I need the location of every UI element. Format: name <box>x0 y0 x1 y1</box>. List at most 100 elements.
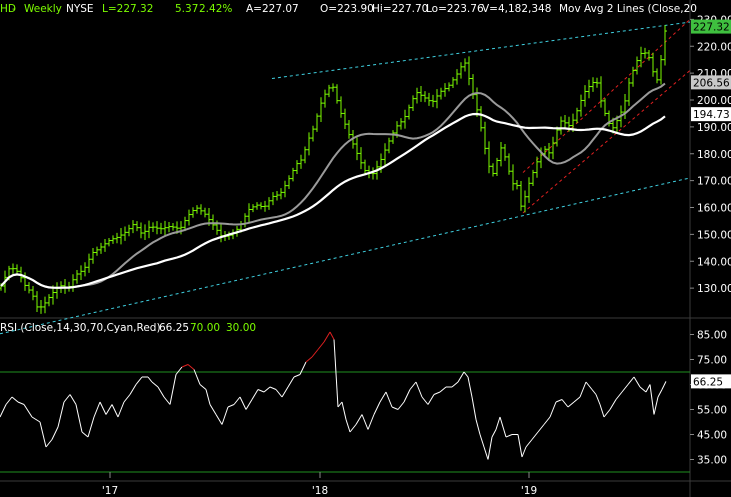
ma-slow-badge-text: 194.73 <box>693 109 730 121</box>
header-open: O=223.90 <box>320 3 374 15</box>
rsi-segment <box>649 384 655 415</box>
rsi-segment <box>157 386 165 398</box>
rsi-segment <box>487 436 493 460</box>
rsi-segment <box>323 331 331 343</box>
rsi-segment <box>221 406 229 425</box>
rsi-segment <box>329 331 335 340</box>
rsi-segment <box>585 381 593 390</box>
rsi-segment <box>573 396 581 403</box>
price-tick-label-4: 190.00 <box>697 122 731 134</box>
rsi-segment <box>31 416 41 423</box>
header-overlay: Mov Avg 2 Lines (Close,20 <box>559 3 697 15</box>
rsi-segment <box>457 371 465 383</box>
header-exchange: NYSE <box>66 3 94 15</box>
rsi-segment <box>543 416 551 425</box>
rsi-segment <box>93 401 101 418</box>
rsi-segment <box>537 424 545 433</box>
price-tick-label-10: 130.00 <box>697 283 731 295</box>
rsi-segment <box>495 416 501 430</box>
rsi-segment <box>639 386 647 393</box>
rsi-segment <box>75 404 83 433</box>
rsi-segment <box>299 361 307 375</box>
rsi-value-badge-text: 66.25 <box>693 376 723 388</box>
moving-average-20-line <box>0 82 666 289</box>
rsi-segment <box>69 394 77 405</box>
rsi-segment <box>355 414 363 425</box>
header-last: L=227.32 <box>102 3 153 15</box>
rsi-segment <box>281 386 289 398</box>
rsi-tick-label-5: 35.00 <box>697 455 727 467</box>
rsi-segment <box>627 376 635 385</box>
rsi-segment <box>525 439 533 448</box>
rsi-header-value: 66.25 <box>159 322 189 334</box>
rsi-segment <box>87 416 95 438</box>
rsi-segment <box>415 381 423 398</box>
rsi-segment <box>333 339 339 408</box>
rsi-segment <box>361 414 369 430</box>
rsi-segment <box>63 394 71 403</box>
rsi-segment <box>305 356 313 363</box>
rsi-segment <box>251 389 259 400</box>
rsi-segment <box>269 386 277 390</box>
rsi-segment <box>111 404 119 418</box>
rsi-segment <box>215 414 223 425</box>
rsi-segment <box>117 401 125 418</box>
rsi-segment <box>555 399 563 403</box>
rsi-segment <box>521 446 527 458</box>
rsi-segment <box>653 396 659 415</box>
rsi-segment <box>499 416 507 438</box>
rsi-header-upper: 70.00 <box>190 322 220 334</box>
rsi-segment <box>657 389 663 398</box>
rsi-segment <box>151 381 159 388</box>
rsi-tick-label-0: 85.00 <box>697 330 727 342</box>
rsi-segment <box>615 391 623 400</box>
price-tick-label-6: 170.00 <box>697 176 731 188</box>
rsi-segment <box>209 404 217 415</box>
rsi-segment <box>603 409 611 418</box>
rsi-segment <box>385 391 393 408</box>
rsi-segment <box>349 424 357 433</box>
header-high: Hi=227.70 <box>372 3 428 15</box>
rsi-segment <box>123 394 131 403</box>
header-avg: A=227.07 <box>246 3 299 15</box>
rsi-segment <box>99 401 107 415</box>
header-change-pct: 2.42% <box>199 3 232 15</box>
time-tick-label-2: '19 <box>521 485 537 497</box>
rsi-segment <box>163 396 171 405</box>
upper-channel-line <box>271 21 691 79</box>
rsi-segment <box>293 374 301 378</box>
rsi-segment <box>591 389 597 395</box>
rsi-segment <box>439 386 447 393</box>
stock-chart[interactable]: 230.00220.00210.00200.00190.00180.00170.… <box>0 0 731 497</box>
last-price-badge-text: 227.32 <box>693 22 730 34</box>
rsi-segment <box>257 389 265 393</box>
rsi-segment <box>205 389 211 405</box>
price-tick-label-7: 160.00 <box>697 203 731 215</box>
time-tick-label-1: '18 <box>312 485 328 497</box>
rsi-segment <box>275 389 283 398</box>
rsi-segment <box>239 396 247 410</box>
red-channel-lower <box>522 70 691 214</box>
moving-average-40-line <box>0 112 666 289</box>
rsi-header-lower: 30.00 <box>226 322 256 334</box>
price-tick-label-1: 220.00 <box>697 41 731 53</box>
rsi-segment <box>5 396 13 405</box>
header-period: Weekly <box>24 3 62 15</box>
header-volume: V=4,182,348 <box>482 3 551 15</box>
rsi-segment <box>169 374 177 405</box>
rsi-segment <box>433 391 441 395</box>
rsi-tick-label-4: 45.00 <box>697 430 727 442</box>
rsi-segment <box>561 399 569 408</box>
rsi-segment <box>11 396 19 403</box>
rsi-segment <box>463 371 469 378</box>
rsi-segment <box>397 401 405 410</box>
rsi-segment <box>379 391 387 403</box>
rsi-segment <box>105 404 113 415</box>
rsi-tick-label-1: 75.00 <box>697 355 727 367</box>
rsi-segment <box>373 401 381 415</box>
rsi-segment <box>187 364 195 370</box>
rsi-segment <box>233 396 241 405</box>
rsi-segment <box>505 434 513 438</box>
rsi-segment <box>549 401 557 418</box>
rsi-segment <box>467 376 473 398</box>
